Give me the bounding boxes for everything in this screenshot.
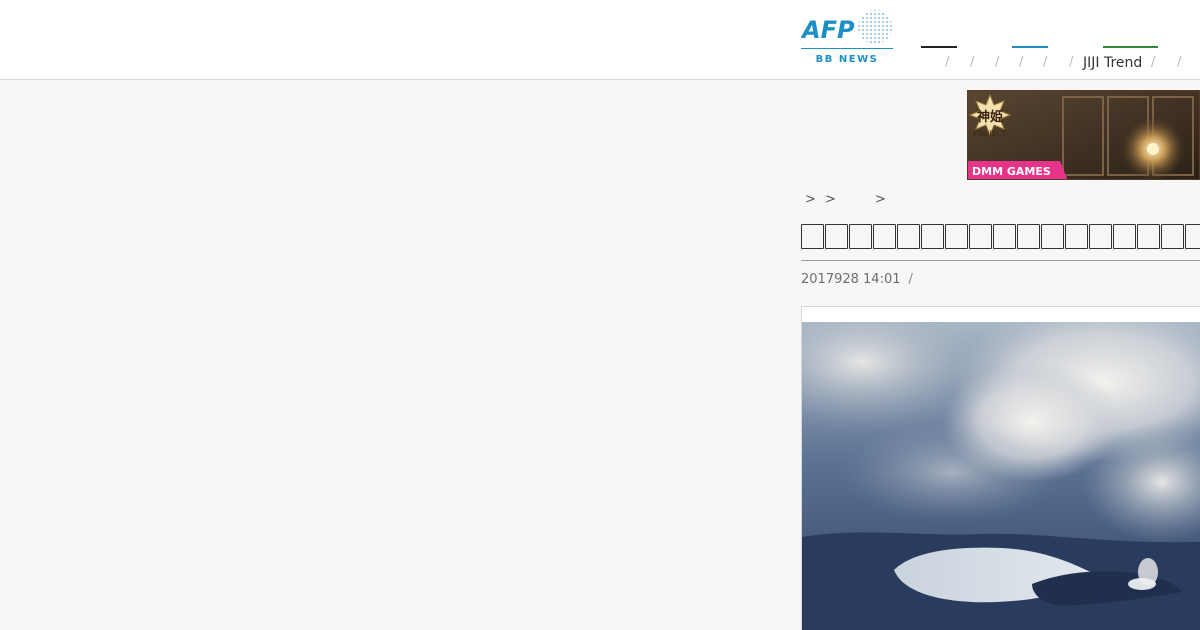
nav-separator: / [945,55,950,70]
nav-active-underline-news [921,46,957,48]
headline-glyph [897,224,920,249]
nav-item-jiji-trend[interactable]: JIJI Trend [1083,55,1142,71]
ad-banner-art: 神姫 PROJECT DMM GAMES [968,91,1199,179]
headline-glyph [1161,224,1184,249]
volcano-aerial-image [802,322,1200,630]
nav-separator: / [995,55,1000,70]
ad-publisher: DMM GAMES [972,165,1051,178]
headline-glyph [1113,224,1136,249]
headline-glyph [1089,224,1112,249]
article-photo[interactable] [802,322,1200,630]
ad-game-title: 神姫 [977,109,1003,125]
headline-glyph [849,224,872,249]
nav-separator: / [1151,55,1156,70]
headline-glyph [1065,224,1088,249]
article-meta: 2017928 14:01 / [801,272,913,287]
article-headline [801,220,1200,256]
logo-main: AFP [801,16,855,44]
breadcrumb-separator: > [875,192,886,207]
headline-glyph [1041,224,1064,249]
headline-glyph [1185,224,1200,249]
headline-glyph [1017,224,1040,249]
breadcrumb-separator: > [805,192,816,207]
globe-icon [858,10,892,44]
main-nav: / / / / / / JIJI Trend / / [945,55,1200,71]
headline-glyph [825,224,848,249]
logo-sub: BB NEWS [816,54,879,65]
headline-glyph [1137,224,1160,249]
nav-separator: / [970,55,975,70]
nav-separator: / [1019,55,1024,70]
ad-banner[interactable]: 神姫 PROJECT DMM GAMES [967,90,1200,180]
nav-active-underline-jiji [1103,46,1158,48]
headline-glyph [945,224,968,249]
nav-separator: / [1069,55,1074,70]
nav-separator: / [1177,55,1182,70]
headline-glyph [993,224,1016,249]
headline-glyph [969,224,992,249]
meta-separator: / [908,272,913,287]
site-header: AFP BB NEWS / / / / / / JIJI Trend / / [0,0,1200,80]
headline-glyph [873,224,896,249]
nav-active-underline-sports [1012,46,1048,48]
breadcrumb-separator: > [825,192,836,207]
headline-glyph [801,224,824,249]
headline-glyph [921,224,944,249]
nav-separator: / [1043,55,1048,70]
afp-bb-news-logo[interactable]: AFP BB NEWS [801,8,893,66]
headline-divider [801,260,1200,261]
ad-game-subtitle: PROJECT [973,130,1007,138]
article-timestamp: 2017928 14:01 [801,272,901,287]
